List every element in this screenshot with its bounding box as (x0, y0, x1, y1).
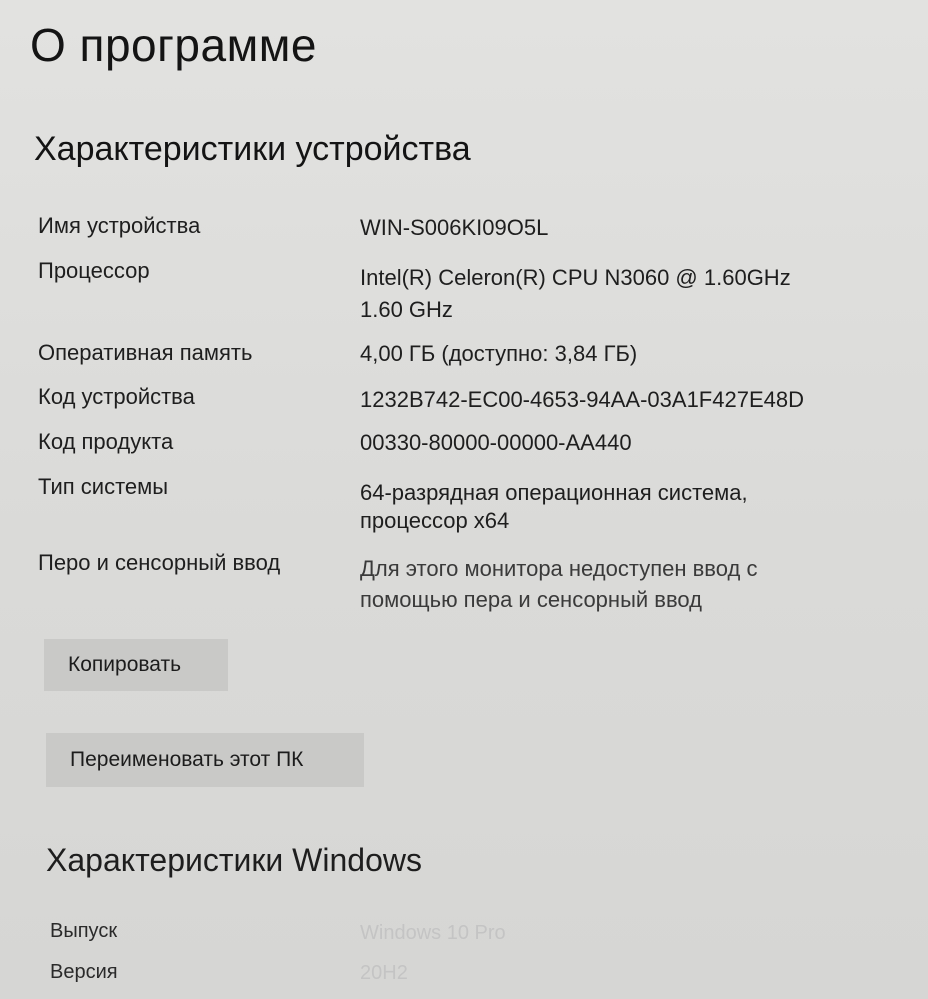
about-page: О программе Характеристики устройства Им… (0, 0, 928, 999)
spec-value-processor: Intel(R) Celeron(R) CPU N3060 @ 1.60GHz (360, 265, 791, 290)
spec-value-product-id: 00330-80000-00000-AA440 (360, 430, 632, 455)
spec-value-edition: Windows 10 Pro (360, 922, 506, 944)
spec-value-ram: 4,00 ГБ (доступно: 3,84 ГБ) (360, 341, 638, 366)
spec-value-pen-touch-cont: помощью пера и сенсорный ввод (360, 587, 702, 612)
spec-label-product-id: Код продукта (38, 429, 174, 454)
windows-specs-heading: Характеристики Windows (46, 842, 422, 878)
spec-label-pen-touch: Перо и сенсорный ввод (38, 550, 281, 575)
spec-label-ram: Оперативная память (38, 340, 253, 365)
spec-value-version: 20H2 (360, 962, 408, 984)
spec-label-processor: Процессор (38, 258, 150, 283)
spec-label-device-name: Имя устройства (38, 213, 201, 238)
spec-label-device-id: Код устройства (38, 384, 195, 409)
rename-pc-button[interactable]: Переименовать этот ПК (46, 733, 364, 787)
spec-value-system-type-cpu: процессор x64 (360, 508, 510, 533)
spec-label-edition: Выпуск (50, 920, 118, 942)
spec-value-device-name: WIN-S006KI09O5L (360, 215, 549, 240)
spec-value-processor-speed: 1.60 GHz (360, 297, 453, 322)
spec-label-version: Версия (50, 961, 118, 983)
spec-label-system-type: Тип системы (38, 474, 169, 499)
copy-button[interactable]: Копировать (44, 639, 228, 691)
device-specs-heading: Характеристики устройства (34, 130, 471, 168)
page-title: О программе (30, 19, 317, 71)
spec-value-pen-touch: Для этого монитора недоступен ввод с (360, 556, 758, 581)
spec-value-device-id: 1232B742-EC00-4653-94AA-03A1F427E48D (360, 387, 804, 412)
